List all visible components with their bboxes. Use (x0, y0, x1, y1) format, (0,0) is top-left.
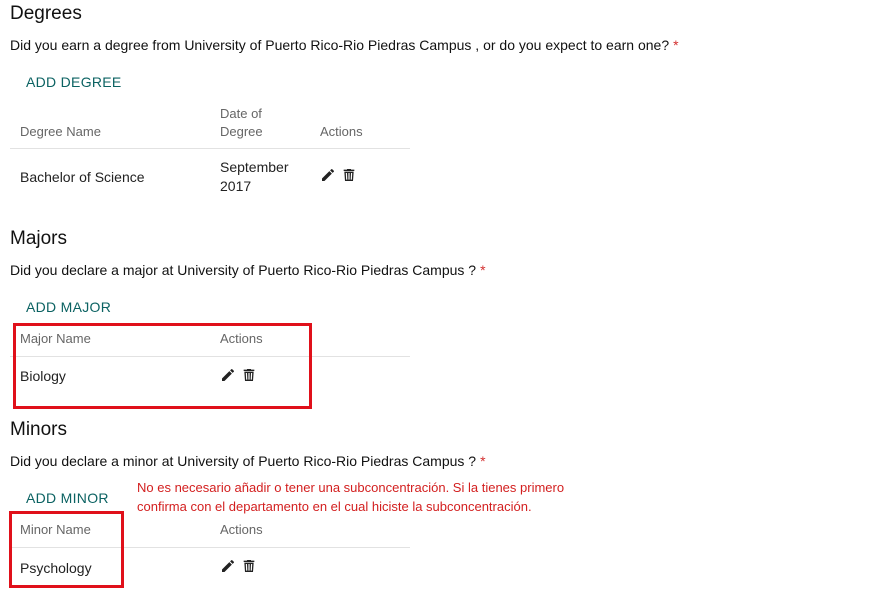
minors-question: Did you declare a minor at University of… (10, 453, 486, 469)
highlight-box-majors (13, 323, 312, 409)
minor-actions-header: Actions (220, 522, 263, 537)
required-asterisk: * (673, 37, 679, 53)
highlight-box-minors (9, 511, 124, 588)
add-major-button[interactable]: ADD MAJOR (26, 299, 111, 315)
annotation-note: No es necesario añadir o tener una subco… (137, 478, 564, 516)
degree-date-line2: 2017 (220, 178, 252, 194)
annotation-line2: confirma con el departamento en el cual … (137, 499, 532, 514)
majors-heading: Majors (10, 228, 68, 249)
degrees-heading: Degrees (10, 3, 82, 24)
majors-question-text: Did you declare a major at University of… (10, 262, 477, 278)
date-header-line1: Date of (220, 106, 262, 121)
required-asterisk: * (480, 453, 486, 469)
degree-name-header: Degree Name (20, 124, 101, 139)
degree-date-line1: September (220, 159, 289, 175)
add-minor-button[interactable]: ADD MINOR (26, 490, 109, 506)
pencil-icon[interactable] (220, 558, 236, 574)
degree-row-name: Bachelor of Science (20, 169, 145, 185)
degree-table-divider (10, 148, 410, 149)
annotation-line1: No es necesario añadir o tener una subco… (137, 480, 565, 495)
degrees-question-text: Did you earn a degree from University of… (10, 37, 670, 53)
majors-question: Did you declare a major at University of… (10, 262, 486, 278)
pencil-icon[interactable] (320, 167, 336, 183)
minors-question-text: Did you declare a minor at University of… (10, 453, 477, 469)
degree-actions-header: Actions (320, 124, 363, 139)
degree-row-date: September 2017 (220, 158, 288, 196)
minors-heading: Minors (10, 419, 68, 440)
required-asterisk: * (480, 262, 486, 278)
trash-icon[interactable] (341, 167, 357, 183)
trash-icon[interactable] (241, 558, 257, 574)
degrees-question: Did you earn a degree from University of… (10, 37, 679, 53)
add-degree-button[interactable]: ADD DEGREE (26, 74, 122, 90)
date-header-line2: Degree (220, 124, 263, 139)
date-of-degree-header: Date of Degree (220, 105, 263, 141)
